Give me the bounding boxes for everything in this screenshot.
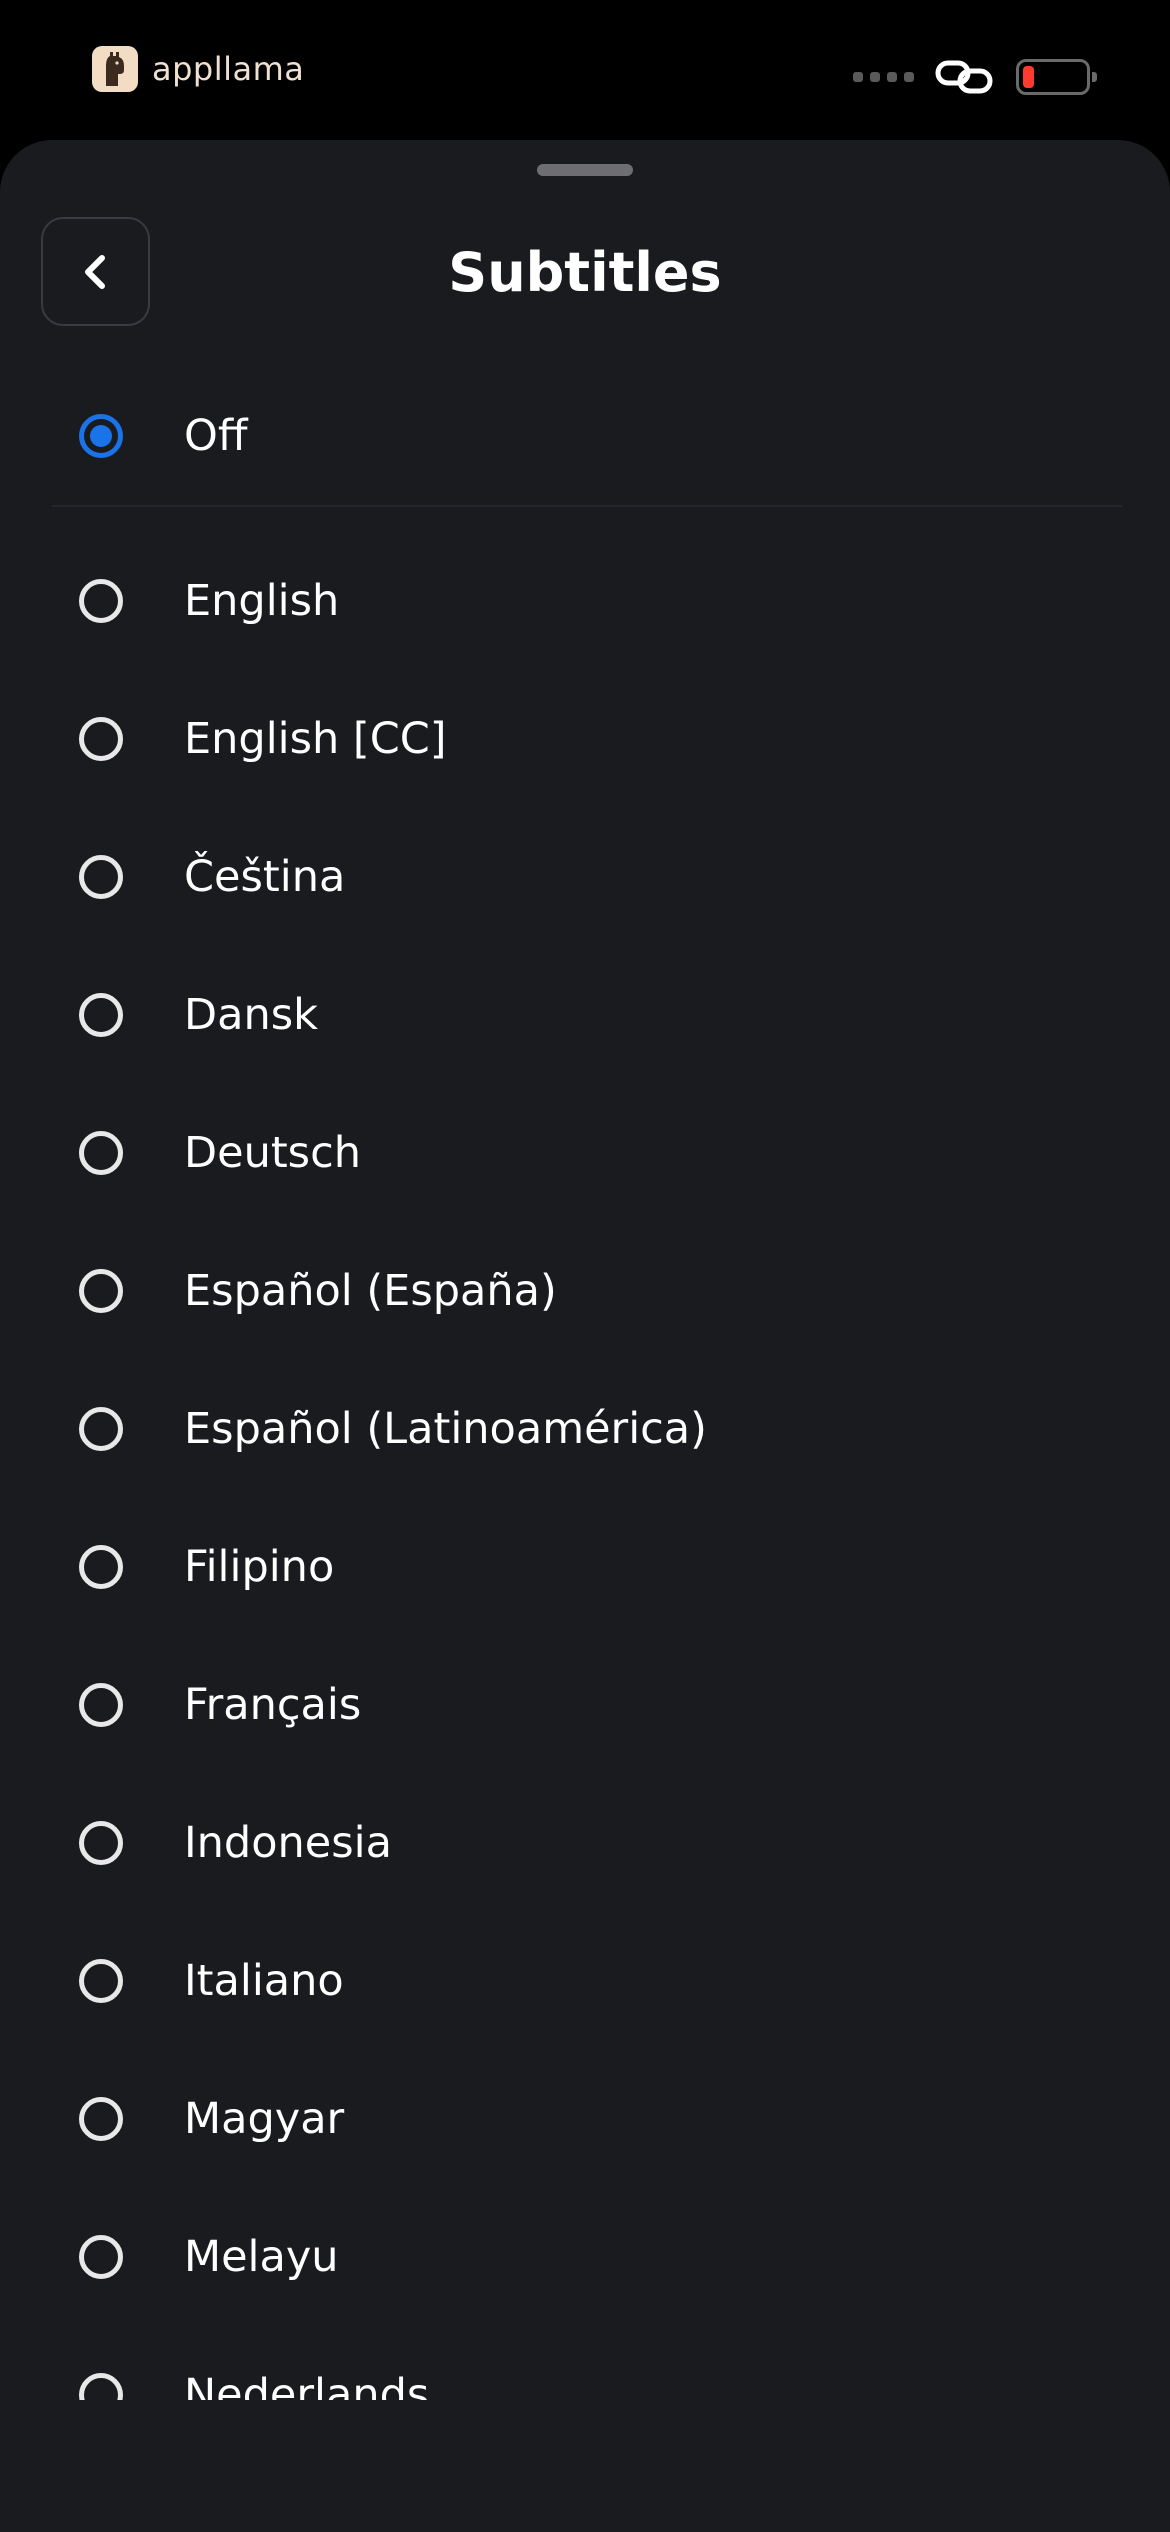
- subtitle-option[interactable]: Deutsch: [52, 1093, 1122, 1213]
- subtitle-option[interactable]: Čeština: [52, 817, 1122, 937]
- radio-button[interactable]: [79, 1131, 123, 1175]
- radio-button[interactable]: [79, 993, 123, 1037]
- radio-button[interactable]: [79, 1269, 123, 1313]
- subtitle-option[interactable]: Français: [52, 1645, 1122, 1765]
- radio-button[interactable]: [79, 414, 123, 458]
- option-label: Español (Latinoamérica): [184, 1404, 707, 1454]
- subtitle-option[interactable]: Italiano: [52, 1921, 1122, 2041]
- option-label: Italiano: [184, 1956, 344, 2006]
- subtitle-option[interactable]: Español (España): [52, 1231, 1122, 1351]
- radio-button[interactable]: [79, 2097, 123, 2141]
- brand-name: appllama: [152, 50, 305, 88]
- link-icon: [935, 60, 993, 94]
- subtitle-option[interactable]: English [CC]: [52, 679, 1122, 799]
- radio-button[interactable]: [79, 1821, 123, 1865]
- status-bar: appllama: [0, 0, 1170, 140]
- subtitles-sheet: Subtitles Off English English [CC] Čeština…: [0, 140, 1170, 2532]
- signal-icon: [853, 72, 914, 82]
- subtitle-option[interactable]: Magyar: [52, 2059, 1122, 2179]
- option-label: English [CC]: [184, 714, 447, 764]
- brand: appllama: [92, 44, 304, 94]
- radio-button[interactable]: [79, 717, 123, 761]
- radio-button[interactable]: [79, 1683, 123, 1727]
- status-icons: [853, 52, 1097, 102]
- subtitle-option[interactable]: Melayu: [52, 2197, 1122, 2317]
- subtitle-option[interactable]: Español (Latinoamérica): [52, 1369, 1122, 1489]
- divider: [52, 505, 1122, 507]
- option-label: Magyar: [184, 2094, 345, 2144]
- sheet-grabber-handle[interactable]: [537, 164, 633, 176]
- subtitle-option[interactable]: Dansk: [52, 955, 1122, 1075]
- option-label: Français: [184, 1680, 362, 1730]
- option-label: English: [184, 576, 340, 626]
- radio-button[interactable]: [79, 579, 123, 623]
- radio-button[interactable]: [79, 1959, 123, 2003]
- option-label: Čeština: [184, 852, 346, 902]
- option-label: Español (España): [184, 1266, 557, 1316]
- subtitle-option[interactable]: Indonesia: [52, 1783, 1122, 1903]
- radio-button[interactable]: [79, 2235, 123, 2279]
- page-title: Subtitles: [448, 241, 722, 304]
- subtitle-option-off[interactable]: Off: [52, 376, 1122, 496]
- sheet-bottom-area: [0, 2400, 1170, 2532]
- option-label: Melayu: [184, 2232, 339, 2282]
- option-label: Dansk: [184, 990, 319, 1040]
- battery-icon: [1016, 59, 1097, 95]
- option-label: Indonesia: [184, 1818, 392, 1868]
- option-label: Filipino: [184, 1542, 335, 1592]
- subtitle-option[interactable]: English: [52, 541, 1122, 661]
- battery-level: [1023, 66, 1034, 88]
- option-label: Off: [184, 411, 248, 461]
- radio-button[interactable]: [79, 1545, 123, 1589]
- llama-logo-icon: [92, 46, 138, 92]
- option-label: Deutsch: [184, 1128, 361, 1178]
- radio-button[interactable]: [79, 855, 123, 899]
- radio-button[interactable]: [79, 1407, 123, 1451]
- subtitle-option[interactable]: Filipino: [52, 1507, 1122, 1627]
